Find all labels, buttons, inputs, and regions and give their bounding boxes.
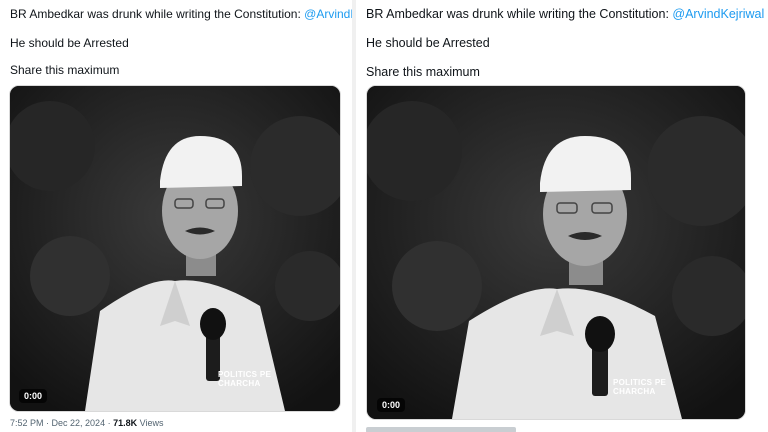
tweet-text-line-1: BR Ambedkar was drunk while writing the …: [366, 7, 764, 21]
tweet-screenshot-right: BR Ambedkar was drunk while writing the …: [356, 0, 768, 432]
mention-link[interactable]: @ArvindKejriwal: [672, 7, 764, 21]
tweet-text-line-3: Share this maximum: [366, 65, 480, 79]
watermark-logo: POLITICS PE CHARCHA: [613, 378, 666, 396]
watermark-line-1: POLITICS PE: [613, 378, 667, 387]
tweet-text: BR Ambedkar was drunk while writing the …: [366, 7, 673, 21]
tweet-text: BR Ambedkar was drunk while writing the …: [10, 7, 305, 21]
watermark-line-2: CHARCHA: [613, 387, 656, 396]
tweet-text-line-3: Share this maximum: [10, 63, 120, 77]
video-frame: [10, 86, 340, 411]
tweet-text-line-2: He should be Arrested: [10, 36, 129, 50]
tweet-screenshot-left: BR Ambedkar was drunk while writing the …: [0, 0, 352, 432]
meta-separator: ·: [105, 418, 114, 428]
tweet-meta-cropped: [366, 427, 516, 432]
video-duration-badge: 0:00: [19, 389, 48, 403]
views-label: Views: [137, 418, 164, 428]
video-frame: [367, 86, 745, 419]
video-player[interactable]: POLITICS PE CHARCHA 0:00: [366, 85, 746, 420]
video-player[interactable]: POLITICS PE CHARCHA 0:00: [9, 85, 341, 412]
views-count: 71.8K: [113, 418, 138, 428]
tweet-date[interactable]: Dec 22, 2024: [52, 418, 106, 428]
meta-separator: ·: [43, 418, 52, 428]
tweet-text-line-1: BR Ambedkar was drunk while writing the …: [10, 7, 352, 21]
watermark-line-1: POLITICS PE: [218, 370, 272, 379]
mention-link[interactable]: @ArvindKejriwal: [304, 7, 352, 21]
tweet-meta: 7:52 PM · Dec 22, 2024 · 71.8K Views: [10, 418, 163, 428]
tweet-time[interactable]: 7:52 PM: [10, 418, 44, 428]
video-duration-badge: 0:00: [377, 398, 406, 412]
tweet-text-line-2: He should be Arrested: [366, 36, 490, 50]
watermark-line-2: CHARCHA: [218, 379, 261, 388]
watermark-logo: POLITICS PE CHARCHA: [218, 370, 271, 388]
